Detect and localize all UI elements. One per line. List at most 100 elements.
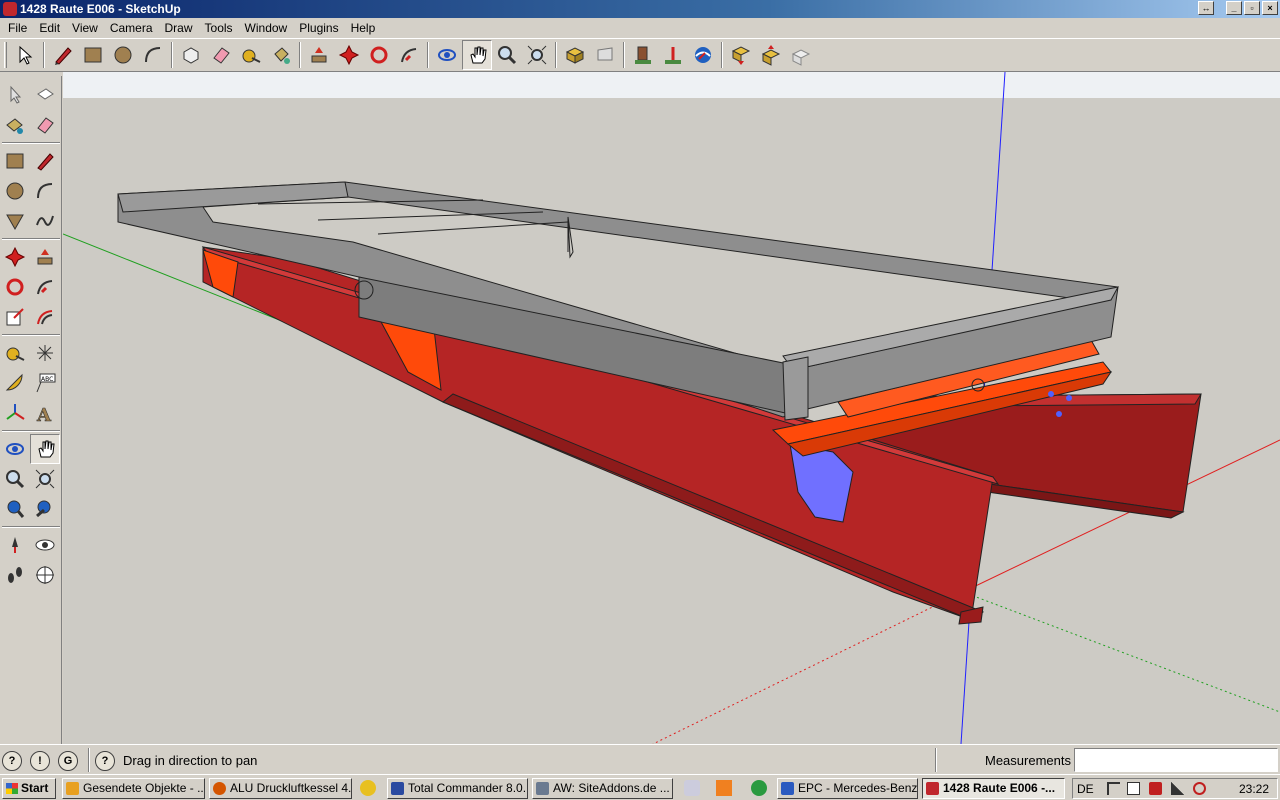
quicklaunch-icon[interactable] (360, 780, 376, 796)
menu-edit[interactable]: Edit (33, 18, 66, 38)
task-alu-druckluftkessel[interactable]: ALU Druckluftkessel 4... (209, 778, 352, 799)
zoom-window-tool-icon[interactable] (30, 464, 60, 494)
offset-tool-icon[interactable] (30, 302, 60, 332)
push-pull-tool-icon[interactable] (30, 242, 60, 272)
arc-icon[interactable] (138, 40, 168, 70)
push-pull-icon[interactable] (304, 40, 334, 70)
measurements-label: Measurements (985, 753, 1071, 768)
tape-measure-tool-icon[interactable] (0, 338, 30, 368)
menu-view[interactable]: View (66, 18, 104, 38)
line-tool-icon[interactable] (30, 146, 60, 176)
follow-me-tool-icon[interactable] (30, 272, 60, 302)
look-around-tool-icon[interactable] (30, 530, 60, 560)
zoom-extents-icon[interactable] (522, 40, 552, 70)
volume-icon[interactable] (1193, 782, 1206, 795)
zoom-tool-icon[interactable] (0, 464, 30, 494)
start-button[interactable]: Start (2, 778, 56, 799)
close-button[interactable]: × (1262, 1, 1278, 15)
task-aw-siteaddons[interactable]: AW: SiteAddons.de ... (532, 778, 673, 799)
freehand-tool-icon[interactable] (30, 206, 60, 236)
share-component-icon[interactable] (756, 40, 786, 70)
task-total-commander[interactable]: Total Commander 8.0... (387, 778, 528, 799)
previous-view-tool-icon[interactable] (30, 494, 60, 524)
menu-file[interactable]: File (2, 18, 33, 38)
zoom-extents-tool-icon[interactable] (0, 494, 30, 524)
scale-tool-icon[interactable] (0, 302, 30, 332)
move-icon[interactable] (334, 40, 364, 70)
svg-text:ABC: ABC (41, 376, 53, 383)
menu-help[interactable]: Help (345, 18, 382, 38)
geo-location-icon[interactable]: ? (2, 751, 22, 771)
tape-measure-icon[interactable] (236, 40, 266, 70)
rectangle-icon[interactable] (78, 40, 108, 70)
eraser-tool-icon[interactable] (30, 110, 60, 140)
share-model-icon[interactable] (590, 40, 620, 70)
circle-icon[interactable] (108, 40, 138, 70)
move-tool-icon[interactable] (0, 242, 30, 272)
green-app-icon[interactable] (751, 780, 767, 796)
menu-draw[interactable]: Draw (159, 18, 199, 38)
pan-tool-icon[interactable] (30, 434, 60, 464)
axes-tool-icon[interactable] (0, 398, 30, 428)
calculator-icon[interactable] (684, 780, 700, 796)
rectangle-tool-icon[interactable] (0, 146, 30, 176)
select-tool-icon[interactable] (0, 80, 30, 110)
task-gesendete-objekte[interactable]: Gesendete Objekte - ... (62, 778, 205, 799)
credits-icon[interactable]: ! (30, 751, 50, 771)
zoom-icon[interactable] (492, 40, 522, 70)
rotate-icon[interactable] (364, 40, 394, 70)
arc-tool-icon[interactable] (30, 176, 60, 206)
protractor-tool-icon[interactable] (0, 368, 30, 398)
menu-camera[interactable]: Camera (104, 18, 159, 38)
add-location-icon[interactable] (658, 40, 688, 70)
windows-flag-icon (6, 783, 18, 794)
tray-arrows-icon[interactable] (1107, 782, 1120, 795)
task-label: Gesendete Objekte - ... (83, 781, 205, 795)
vlc-icon[interactable] (716, 780, 732, 796)
security-icon[interactable] (1149, 782, 1162, 795)
walk-tool-icon[interactable] (0, 560, 30, 590)
pencil-icon[interactable] (48, 40, 78, 70)
get-components-icon[interactable] (726, 40, 756, 70)
menu-plugins[interactable]: Plugins (293, 18, 344, 38)
orbit-tool-icon[interactable] (0, 434, 30, 464)
google-earth-icon[interactable] (688, 40, 718, 70)
dynamic-component-icon[interactable] (786, 40, 816, 70)
position-camera-tool-icon[interactable] (0, 530, 30, 560)
language-indicator[interactable]: DE (1077, 782, 1094, 796)
3d-text-tool-icon[interactable]: A (30, 398, 60, 428)
menu-window[interactable]: Window (239, 18, 294, 38)
get-models-icon[interactable] (560, 40, 590, 70)
polygon-tool-icon[interactable] (0, 206, 30, 236)
rotate-tool-icon[interactable] (0, 272, 30, 302)
task-epc-mercedes[interactable]: EPC - Mercedes-Benz... (777, 778, 918, 799)
help-icon[interactable]: ? (95, 751, 115, 771)
maximize-button[interactable]: ▫ (1244, 1, 1260, 15)
model-scene (63, 72, 1280, 744)
measurements-input[interactable] (1074, 748, 1278, 772)
select-icon[interactable] (10, 40, 40, 70)
text-tool-icon[interactable]: ABC (30, 368, 60, 398)
drawing-viewport[interactable] (63, 72, 1280, 744)
make-component-icon[interactable] (176, 40, 206, 70)
paint-bucket-icon[interactable] (266, 40, 296, 70)
orbit-icon[interactable] (432, 40, 462, 70)
eraser-icon[interactable] (206, 40, 236, 70)
place-model-icon[interactable] (628, 40, 658, 70)
network-icon[interactable] (1171, 782, 1184, 795)
circle-tool-icon[interactable] (0, 176, 30, 206)
section-plane-tool-icon[interactable] (30, 560, 60, 590)
menu-tools[interactable]: Tools (199, 18, 239, 38)
follow-me-icon[interactable] (394, 40, 424, 70)
user-icon[interactable]: G (58, 751, 78, 771)
epc-icon (781, 782, 794, 795)
task-sketchup[interactable]: 1428 Raute E006 -... (922, 778, 1065, 799)
make-component-tool-icon[interactable] (30, 80, 60, 110)
flag-icon[interactable] (1127, 782, 1140, 795)
paint-bucket-tool-icon[interactable] (0, 110, 30, 140)
resize-arrows-button[interactable]: ↔ (1198, 1, 1214, 15)
minimize-button[interactable]: _ (1226, 1, 1242, 15)
start-label: Start (21, 781, 49, 795)
dimension-tool-icon[interactable] (30, 338, 60, 368)
pan-icon[interactable] (462, 40, 492, 70)
